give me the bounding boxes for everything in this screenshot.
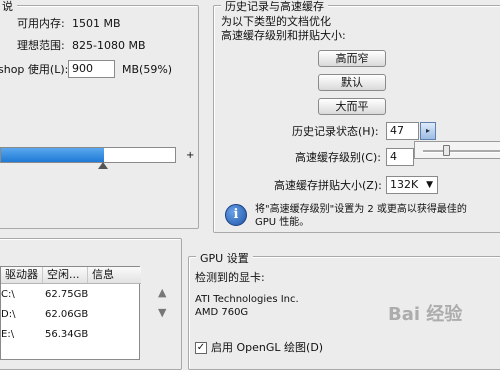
watermark-logo: Bai 经验 [388,304,463,325]
memory-section-title: 说 [0,0,17,14]
large-flat-button[interactable]: 大而平 [318,98,386,115]
optimize-desc-line1: 为以下类型的文档优化 [221,15,331,28]
available-memory-label: 可用内存: [17,17,65,30]
info-icon: i [225,204,247,226]
memory-usage-slider[interactable] [0,147,176,163]
chevron-down-icon: ▼ [426,180,433,190]
history-states-popup-slider[interactable] [414,141,500,159]
available-memory-value: 1501 MB [72,17,121,30]
drive-free-space: 56.34GB [45,329,89,340]
cache-levels-input[interactable]: 4 [386,148,414,166]
gpu-model: AMD 760G [195,307,249,318]
gpu-vendor: ATI Technologies Inc. [195,294,299,305]
column-header-drive[interactable]: 驱动器 [1,267,43,283]
drive-letter: E:\ [1,329,15,340]
list-item[interactable]: D:\ 62.06GB [1,307,139,323]
move-down-arrow-icon[interactable]: ▼ [158,306,166,319]
popup-slider-track [423,150,500,153]
history-states-popup-arrow[interactable]: ▸ [420,122,436,140]
default-button[interactable]: 默认 [318,74,386,91]
cache-levels-label: 高速缓存级别(C): [295,151,381,164]
memory-usage-fill [1,148,104,162]
tall-thin-button[interactable]: 高而窄 [318,50,386,67]
opengl-label: 启用 OpenGL 绘图(D) [211,341,324,354]
tile-size-label: 高速缓存拼贴大小(Z): [274,179,382,192]
column-header-info[interactable]: 信息 [88,267,141,283]
tile-size-value: 132K [390,178,419,191]
detected-card-label: 检测到的显卡: [195,271,265,284]
move-up-arrow-icon[interactable]: ▲ [158,286,166,299]
drive-letter: C:\ [1,289,15,300]
memory-usage-unit: MB(59%) [122,63,173,76]
popup-slider-thumb[interactable] [443,145,450,156]
slider-plus-mark: + [186,150,195,161]
scratch-list-header: 驱动器 空闲... 信息 [1,267,141,284]
optimize-desc-line2: 高速缓存级别和拼贴大小: [221,29,346,42]
column-header-free[interactable]: 空闲... [43,267,88,283]
ideal-range-label: 理想范围: [17,39,65,52]
gpu-settings-title: GPU 设置 [196,250,253,266]
history-states-label: 历史记录状态(H): [292,125,379,138]
memory-slider-thumb[interactable] [98,162,108,169]
drive-free-space: 62.75GB [45,289,89,300]
list-item[interactable]: E:\ 56.34GB [1,327,139,343]
history-cache-title: 历史记录与高速缓存 [221,0,328,14]
memory-usage-label: shop 使用(L): [0,63,69,76]
scratch-disk-list[interactable]: 驱动器 空闲... 信息 C:\ 62.75GB D:\ 62.06GB E:\… [0,266,141,360]
opengl-checkbox[interactable]: ✓ [195,342,207,354]
drive-free-space: 62.06GB [45,309,89,320]
ideal-range-value: 825-1080 MB [72,39,146,52]
list-item[interactable]: C:\ 62.75GB [1,287,139,303]
drive-letter: D:\ [1,309,16,320]
info-text-line2: GPU 性能。 [255,217,310,228]
info-text-line1: 将"高速缓存级别"设置为 2 或更高以获得最佳的 [255,204,467,215]
tile-size-select[interactable]: 132K ▼ [386,176,438,194]
memory-usage-input[interactable]: 900 [68,60,115,78]
history-states-input[interactable]: 47 [386,122,419,140]
